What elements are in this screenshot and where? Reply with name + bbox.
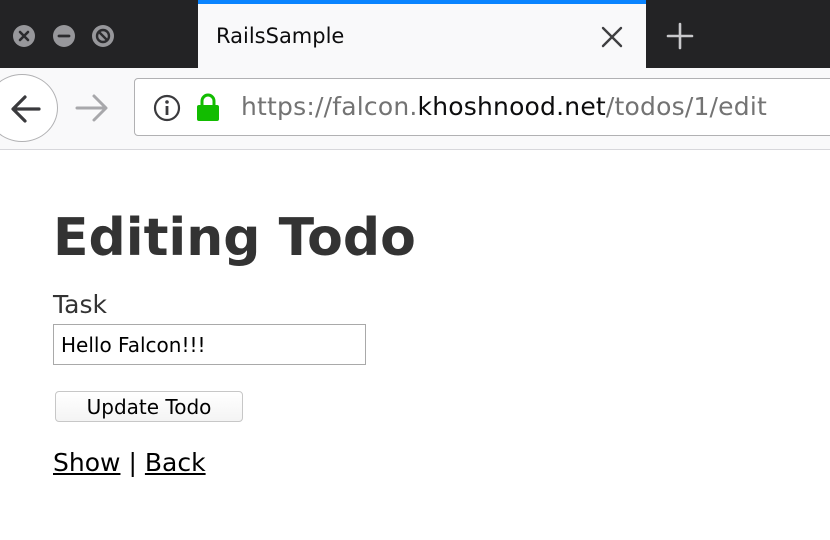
url-scheme: https://: [241, 92, 333, 121]
close-window-icon[interactable]: [13, 25, 35, 47]
show-link[interactable]: Show: [53, 448, 120, 477]
page-title: Editing Todo: [53, 208, 416, 268]
task-label: Task: [53, 290, 107, 319]
tab-title: RailsSample: [216, 24, 345, 48]
url-domain: khoshnood.net: [417, 92, 606, 121]
tab-active[interactable]: RailsSample: [198, 0, 646, 68]
close-icon[interactable]: [600, 25, 624, 49]
url-bar[interactable]: https://falcon.khoshnood.net/todos/1/edi…: [134, 78, 830, 136]
lock-icon[interactable]: [195, 92, 221, 122]
maximize-window-icon[interactable]: [92, 25, 114, 47]
arrow-left-icon: [11, 95, 41, 123]
arrow-right-icon: [75, 94, 108, 122]
navigation-toolbar: https://falcon.khoshnood.net/todos/1/edi…: [0, 68, 830, 150]
minimize-window-icon[interactable]: [53, 25, 75, 47]
tab-strip: RailsSample: [0, 0, 830, 68]
forward-button[interactable]: [74, 92, 110, 124]
plus-icon[interactable]: [664, 20, 696, 52]
info-icon[interactable]: [153, 94, 181, 122]
update-todo-button[interactable]: Update Todo: [55, 391, 243, 422]
page-links: Show | Back: [53, 448, 206, 477]
page-content: Editing Todo Task Update Todo Show | Back: [53, 150, 830, 540]
url-subdomain: falcon.: [332, 92, 418, 121]
back-button[interactable]: [0, 74, 58, 142]
task-input[interactable]: [53, 324, 366, 365]
back-link[interactable]: Back: [145, 448, 206, 477]
url-text[interactable]: https://falcon.khoshnood.net/todos/1/edi…: [241, 92, 767, 121]
url-path: /todos/1/edit: [605, 92, 767, 121]
link-separator: |: [128, 448, 137, 477]
